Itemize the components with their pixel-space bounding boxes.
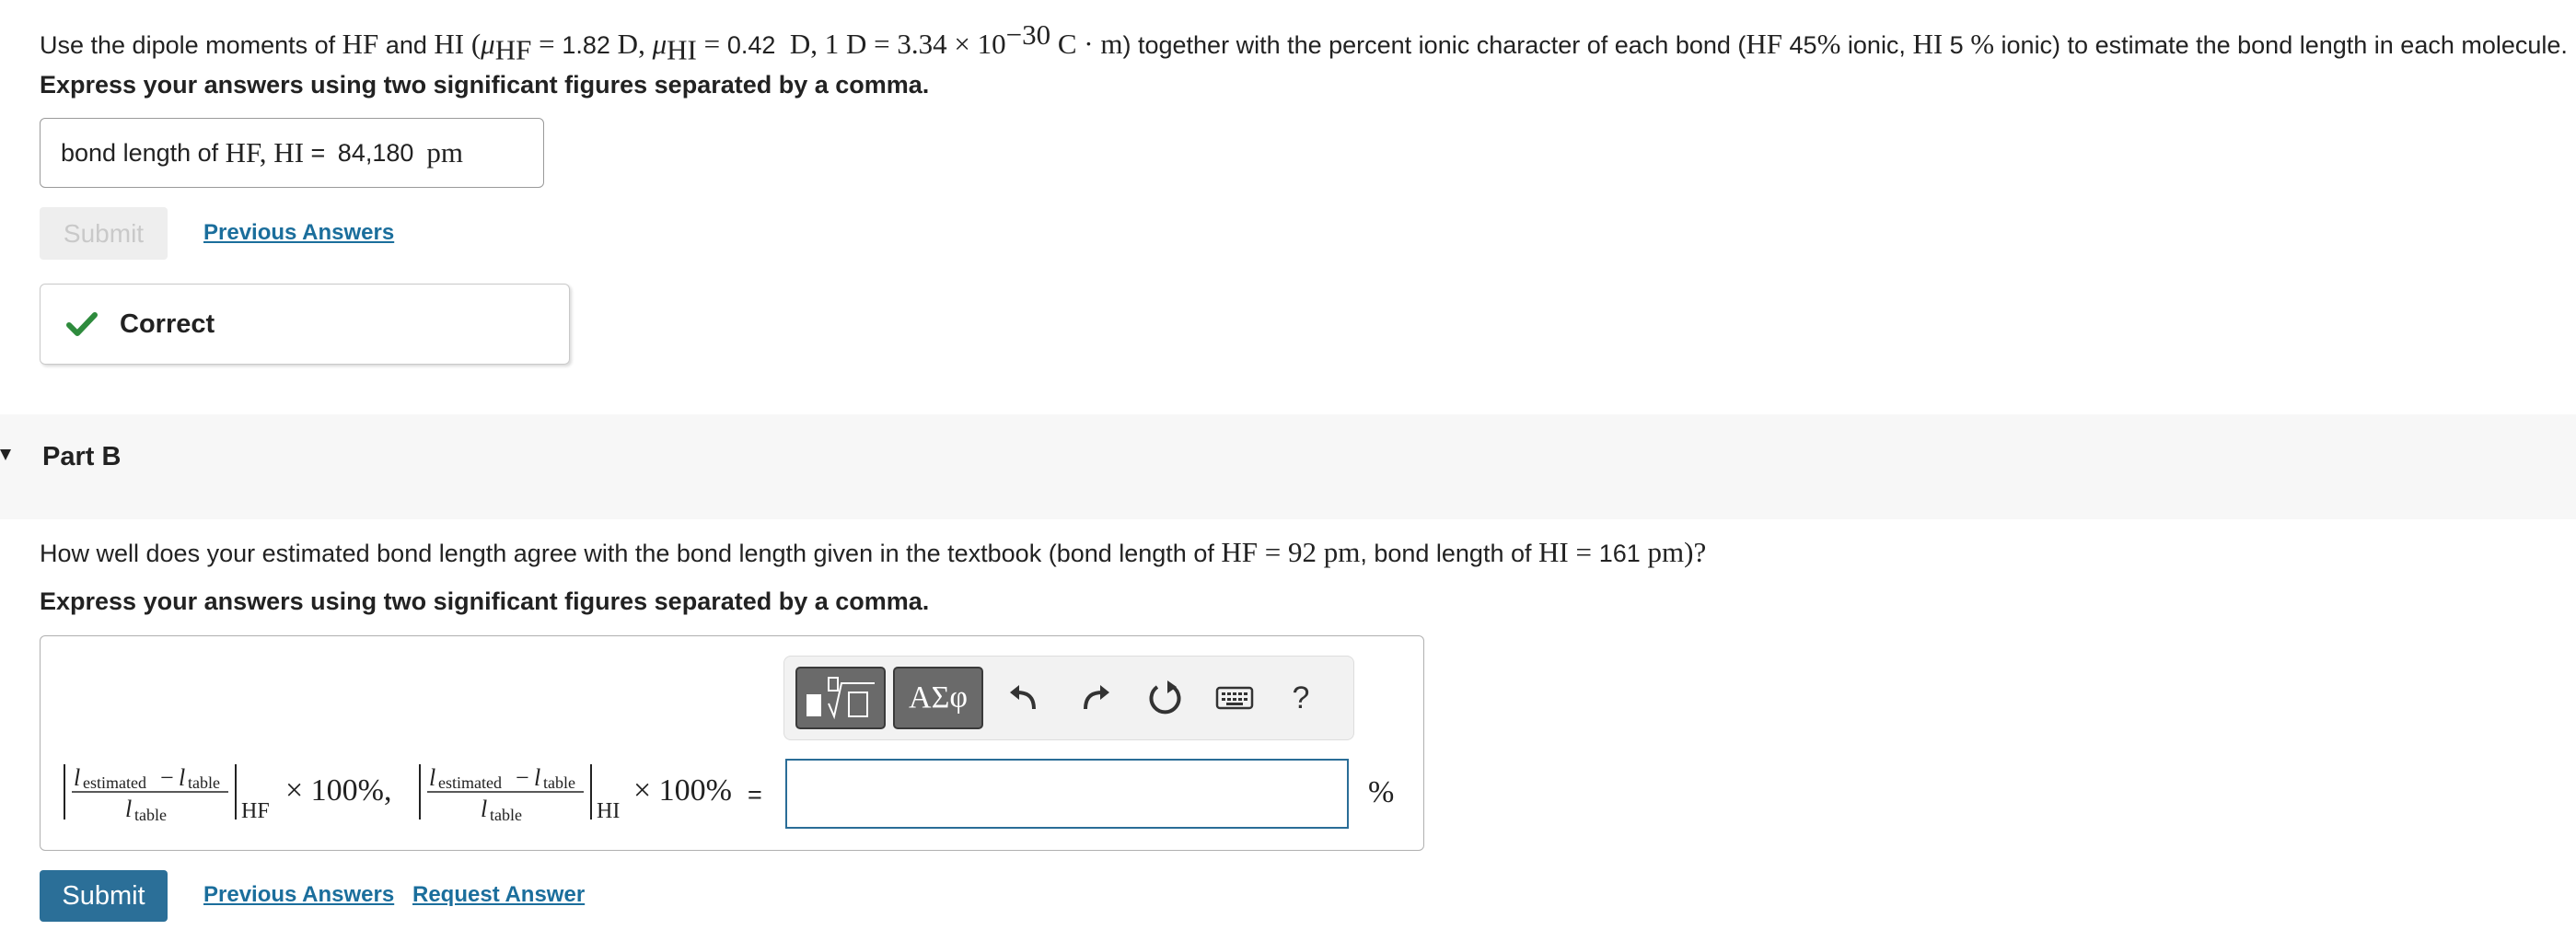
templates-icon — [806, 677, 875, 720]
dipole-value-hi: 0.42 — [726, 31, 776, 59]
previous-answers-link[interactable]: Previous Answers — [203, 882, 394, 908]
subscript-table: table — [188, 773, 220, 792]
question-text: % — [1816, 28, 1841, 60]
mu-subscript: HI — [667, 33, 697, 66]
question-text: How well does your estimated bond length… — [40, 540, 1222, 567]
redo-icon[interactable] — [1072, 675, 1118, 721]
numerator-l: l — [74, 764, 81, 791]
exponent: −30 — [1005, 18, 1051, 51]
answer-input[interactable] — [785, 759, 1349, 829]
dipole-value-hf: 1.82 — [562, 31, 610, 59]
greek-symbols-button[interactable]: ΑΣφ — [893, 667, 983, 729]
question-text: HF — [342, 28, 379, 60]
answer-value: 84,180 — [337, 138, 414, 167]
math-toolbar: ΑΣφ ? — [783, 656, 1354, 740]
subscript-estimated: estimated — [438, 773, 502, 792]
subscript-hf: HF — [241, 799, 270, 823]
subscript-estimated: estimated — [83, 773, 146, 792]
denominator-l: l — [481, 796, 488, 822]
part-b-instruction: Express your answers using two significa… — [40, 587, 930, 615]
question-text: HI — [1537, 536, 1569, 568]
numerator-l: l — [429, 764, 436, 791]
equals-sign: = — [748, 781, 762, 808]
request-answer-link[interactable]: Request Answer — [412, 882, 585, 908]
submit-button-disabled[interactable]: Submit — [40, 207, 168, 260]
question-text: ) together with the percent ionic charac… — [1122, 31, 1746, 59]
part-a-instruction: Express your answers using two significa… — [40, 71, 930, 99]
question-text: and — [378, 31, 435, 59]
numerator-l-table: l — [534, 764, 541, 791]
mu-symbol: μ — [652, 28, 667, 60]
question-text: , bond length of — [1360, 540, 1538, 567]
keyboard-icon[interactable] — [1212, 675, 1258, 721]
answer-label-math: HF, HI — [225, 136, 305, 169]
times-100-second: × 100% — [633, 773, 732, 808]
question-text: = — [1568, 536, 1599, 568]
minus-sign: − — [516, 764, 529, 791]
subscript-table: table — [134, 806, 167, 824]
question-text: ionic, — [1840, 31, 1913, 59]
minus-sign: − — [160, 764, 174, 791]
question-text: HI — [1912, 28, 1944, 60]
mu-subscript: HF — [494, 33, 532, 66]
help-button[interactable]: ? — [1278, 675, 1324, 721]
question-text: ionic) to estimate the bond length in ea… — [1994, 31, 2568, 59]
question-text: HI — [434, 28, 465, 60]
question-text: ( — [464, 28, 482, 60]
times-100-first: × 100%, — [285, 773, 392, 808]
table-value-hi: 161 — [1598, 540, 1641, 567]
templates-button[interactable] — [795, 667, 886, 729]
question-text: Use the dipole moments of — [40, 31, 342, 59]
mu-symbol: μ — [481, 28, 495, 60]
part-b-header[interactable] — [0, 414, 2576, 519]
question-text: = — [696, 28, 727, 60]
undo-icon[interactable] — [1002, 675, 1048, 721]
percent-value: 45 — [1782, 31, 1817, 59]
numerator-l-table: l — [179, 764, 186, 791]
feedback-correct: Correct — [40, 284, 570, 365]
question-text: C · m — [1050, 28, 1123, 60]
answer-unit: pm — [426, 136, 464, 169]
question-text: , — [810, 28, 825, 60]
part-a-question: Use the dipole moments of HF and HI (μHF… — [40, 18, 2568, 66]
question-text: = — [531, 28, 563, 60]
submit-button[interactable]: Submit — [40, 870, 168, 922]
reset-icon[interactable] — [1142, 675, 1188, 721]
subscript-table: table — [543, 773, 575, 792]
answer-label: bond length of — [61, 138, 226, 167]
unit-percent: % — [1368, 775, 1395, 809]
part-a-answer-box: bond length of HF, HI = 84,180 pm — [40, 118, 544, 188]
part-b-question: How well does your estimated bond length… — [40, 536, 1706, 569]
check-icon — [66, 312, 98, 336]
question-text: HF — [1746, 28, 1783, 60]
answer-equals: = — [304, 138, 332, 167]
question-text: pm — [1640, 536, 1685, 568]
question-text: )? — [1684, 536, 1707, 568]
subscript-hi: HI — [597, 799, 621, 823]
part-b-title[interactable]: Part B — [42, 442, 121, 472]
question-text: D — [775, 28, 811, 60]
question-text: D — [609, 28, 639, 60]
subscript-table: table — [490, 806, 522, 824]
question-text: % — [1970, 28, 1995, 60]
debye-definition: 1 D = 3.34 × 10 — [824, 28, 1006, 60]
percent-value: 5 — [1943, 31, 1971, 59]
feedback-text: Correct — [120, 308, 215, 339]
question-text: HF = 92 pm — [1221, 536, 1361, 568]
denominator-l: l — [125, 796, 133, 822]
caret-down-icon[interactable] — [0, 449, 11, 460]
question-text: , — [638, 28, 653, 60]
previous-answers-link[interactable]: Previous Answers — [203, 220, 394, 246]
